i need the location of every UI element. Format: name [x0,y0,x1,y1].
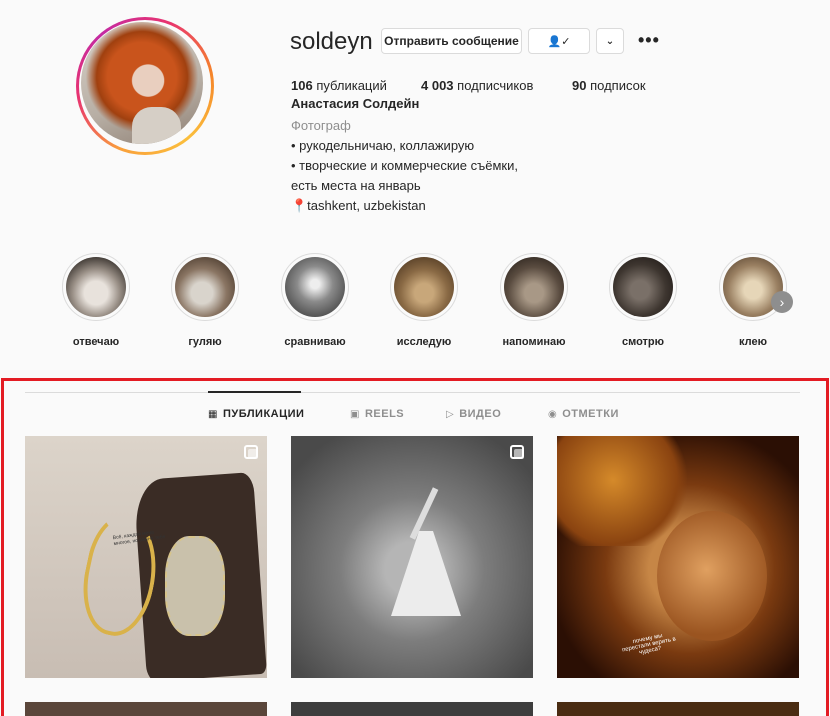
highlight-ring [390,253,458,321]
highlight-item[interactable]: гуляю [165,253,245,348]
highlight-label: напоминаю [502,336,566,348]
bio-line: • творческие и коммерческие съёмки, [291,158,518,173]
highlight-ring [500,253,568,321]
highlight-cover [175,257,235,317]
profile-username: soldeyn [290,28,373,55]
bio-line: • рукодельничаю, коллажирую [291,138,475,153]
profile-bio: Фотограф • рукодельничаю, коллажирую • т… [291,116,518,216]
following-count: 90 [572,78,587,93]
person-check-icon: 👤✓ [547,35,571,48]
highlight-item[interactable]: отвечаю [56,253,136,348]
avatar[interactable] [81,22,203,144]
bio-location: 📍tashkent, uzbekistan [291,198,426,213]
profile-full-name: Анастасия Солдейн [291,96,420,111]
highlight-ring [171,253,239,321]
highlight-label: клею [739,336,767,348]
suggested-accounts-button[interactable]: ⌄ [596,28,624,54]
profile-category: Фотограф [291,118,351,133]
following-button[interactable]: 👤✓ [528,28,590,54]
send-message-button[interactable]: Отправить сообщение [381,28,522,54]
highlights-next-arrow-icon[interactable]: › [771,291,793,313]
followers-count: 4 003 [421,78,454,93]
highlight-item[interactable]: смотрю [603,253,683,348]
highlight-item[interactable]: сравниваю [275,253,355,348]
following-label: подписок [590,78,646,93]
more-options-icon[interactable]: ••• [638,30,660,51]
highlight-label: смотрю [621,336,665,348]
highlight-ring [281,253,349,321]
followers-label: подписчиков [457,78,534,93]
posts-label: публикаций [316,78,387,93]
highlight-label: исследую [396,336,452,348]
highlight-item[interactable]: напоминаю [494,253,574,348]
chevron-down-icon: ⌄ [605,35,615,47]
stat-followers[interactable]: 4 003 подписчиков [421,78,572,93]
highlight-cover [394,257,454,317]
highlight-ring [609,253,677,321]
profile-avatar-ring[interactable] [76,17,214,155]
selection-highlight-box [1,378,829,716]
stat-following[interactable]: 90 подписок [572,78,646,93]
highlight-cover [285,257,345,317]
profile-stats: 106 публикаций 4 003 подписчиков 90 подп… [291,78,678,93]
highlight-cover [504,257,564,317]
highlight-ring [62,253,130,321]
stat-posts[interactable]: 106 публикаций [291,78,421,93]
highlight-label: гуляю [188,336,222,348]
posts-count: 106 [291,78,313,93]
highlight-label: сравниваю [284,336,346,348]
highlight-item[interactable]: исследую [384,253,464,348]
bio-line: есть места на январь [291,178,421,193]
highlight-label: отвечаю [72,336,120,348]
highlight-cover [613,257,673,317]
highlight-cover [66,257,126,317]
